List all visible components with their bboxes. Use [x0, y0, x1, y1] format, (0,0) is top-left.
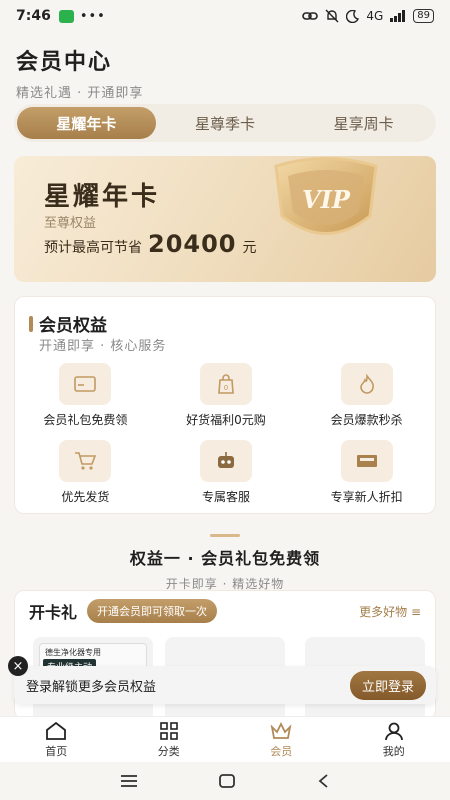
- benefit-item[interactable]: 优先发货: [15, 440, 156, 505]
- benefits-title-text: 会员权益: [39, 316, 107, 336]
- vip-shield-icon: VIP: [274, 157, 378, 235]
- card-icon: [74, 376, 97, 392]
- bag-icon: 0: [218, 374, 234, 394]
- grid-icon: [159, 721, 178, 740]
- more-dots-icon: •••: [79, 8, 106, 24]
- back-icon[interactable]: [316, 773, 330, 789]
- benefit-label: 好货福利0元购: [186, 413, 266, 427]
- bottom-navbar: 首页 分类 会员 我的: [0, 716, 450, 762]
- benefit-item[interactable]: 专享新人折扣: [296, 440, 437, 505]
- coupon-icon: [356, 455, 377, 467]
- moon-icon: [346, 9, 360, 23]
- gift-section-header: 权益一 · 会员礼包免费领 开卡即享 · 精选好物: [0, 534, 450, 592]
- status-bar: 7:46 ••• 4G 89: [0, 0, 450, 32]
- savings-amount: 20400: [148, 230, 237, 258]
- svg-text:0: 0: [224, 384, 228, 392]
- benefit-item[interactable]: 会员礼包免费领: [15, 363, 156, 428]
- benefit-label: 会员礼包免费领: [43, 413, 128, 427]
- battery-icon: 89: [413, 9, 434, 23]
- robot-icon: [217, 452, 234, 468]
- cart-icon: [75, 452, 97, 470]
- close-icon[interactable]: ×: [8, 656, 28, 676]
- nav-member[interactable]: 会员: [225, 717, 338, 762]
- user-icon: [384, 722, 403, 740]
- gift-section-title: 权益一 · 会员礼包免费领: [129, 549, 321, 568]
- nav-category-label: 分类: [157, 744, 180, 758]
- more-goods-link[interactable]: 更多好物 ≡: [359, 603, 421, 620]
- tab-weekly[interactable]: 星享周卡: [294, 107, 433, 139]
- benefits-panel: 会员权益 开通即享 · 核心服务 会员礼包免费领 0 好货福利0元购 会员爆款秒…: [14, 296, 436, 514]
- hero-desc: 至尊权益: [44, 216, 97, 231]
- signal-icon: [390, 10, 406, 22]
- login-button[interactable]: 立即登录: [349, 670, 426, 700]
- hero-savings: 预计最高可节省 20400 元: [44, 230, 257, 258]
- benefits-title: 会员权益: [29, 311, 107, 336]
- vip-badge-text: VIP: [302, 185, 351, 214]
- link-icon: [302, 12, 319, 20]
- benefit-item[interactable]: 专属客服: [156, 440, 297, 505]
- fire-icon: [359, 374, 374, 394]
- menu-icon[interactable]: [120, 774, 138, 788]
- tab-annual[interactable]: 星耀年卡: [17, 107, 156, 139]
- status-time: 7:46: [16, 8, 51, 24]
- membership-tabs: 星耀年卡 星尊季卡 星享周卡: [14, 104, 436, 142]
- crown-icon: [270, 721, 292, 739]
- benefit-label: 会员爆款秒杀: [330, 413, 403, 427]
- page-subtitle: 精选礼遇 · 开通即享: [16, 86, 144, 101]
- page-header: 会员中心 精选礼遇 · 开通即享: [16, 44, 143, 101]
- network-label: 4G: [366, 9, 384, 23]
- benefit-label: 专享新人折扣: [330, 490, 403, 504]
- card-gift-title: 开卡礼: [29, 603, 78, 622]
- benefit-label: 优先发货: [61, 490, 110, 504]
- mute-icon: [325, 9, 339, 23]
- savings-unit: 元: [242, 240, 257, 256]
- benefit-item[interactable]: 0 好货福利0元购: [156, 363, 297, 428]
- nav-mine-label: 我的: [382, 744, 405, 758]
- tab-quarterly[interactable]: 星尊季卡: [156, 107, 295, 139]
- product-text: 德生净化器专用: [45, 648, 101, 657]
- home-icon: [46, 721, 67, 740]
- nav-home[interactable]: 首页: [0, 717, 113, 762]
- savings-prefix: 预计最高可节省: [44, 240, 142, 256]
- system-navbar: [0, 762, 450, 800]
- login-toast-text: 登录解锁更多会员权益: [26, 679, 157, 695]
- nav-category[interactable]: 分类: [113, 717, 226, 762]
- benefit-item[interactable]: 会员爆款秒杀: [296, 363, 437, 428]
- page-title: 会员中心: [16, 50, 113, 75]
- nav-member-label: 会员: [270, 744, 293, 758]
- login-toast: 登录解锁更多会员权益 立即登录: [14, 666, 436, 704]
- divider: [210, 534, 240, 537]
- title-accent-bar: [29, 315, 33, 332]
- benefits-subtitle: 开通即享 · 核心服务: [39, 339, 167, 354]
- nav-mine[interactable]: 我的: [338, 717, 450, 762]
- membership-hero-card: 星耀年卡 至尊权益 预计最高可节省 20400 元 VIP: [14, 156, 436, 282]
- benefit-label: 专属客服: [201, 490, 250, 504]
- home-square-icon[interactable]: [218, 773, 236, 789]
- hero-title: 星耀年卡: [44, 182, 161, 212]
- nav-home-label: 首页: [45, 744, 68, 758]
- card-gift-badge: 开通会员即可领取一次: [87, 599, 218, 623]
- wechat-icon: [58, 9, 74, 23]
